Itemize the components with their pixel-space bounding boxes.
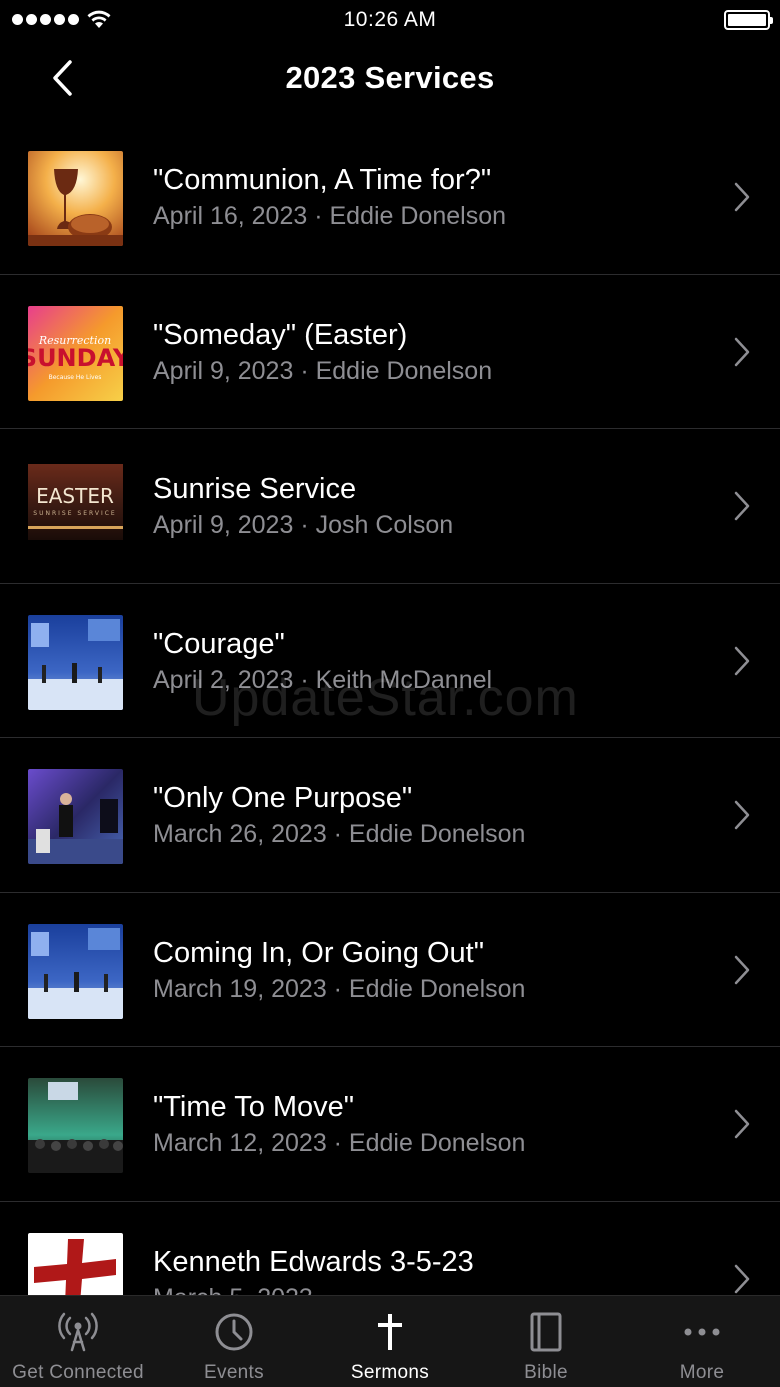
sermon-title: Sunrise Service [153,473,357,505]
status-time: 10:26 AM [343,8,437,31]
tab-label: More [679,1362,725,1383]
tab-get-connected[interactable]: Get Connected [0,1296,156,1387]
congregation-thumbnail [28,1078,123,1173]
book-icon [530,1312,562,1352]
sermon-date-speaker: April 2, 2023 · Keith McDannel [153,665,493,694]
sermon-row[interactable]: Kenneth Edwards 3-5-23 March 5, 2023 [0,1202,780,1296]
svg-text:SUNDAY: SUNDAY [28,344,123,372]
broadcast-icon [58,1312,98,1352]
cross-thumbnail [28,1232,123,1295]
stage-thumbnail [28,923,123,1019]
communion-thumbnail [28,151,123,246]
svg-text:EASTER: EASTER [36,484,114,508]
cross-icon [378,1314,402,1350]
sermon-title: Coming In, Or Going Out" [153,936,485,969]
clock-icon [215,1313,253,1351]
tab-label: Events [204,1362,264,1383]
battery-icon [724,10,773,30]
sermon-row[interactable]: "Courage" April 2, 2023 · Keith McDannel [0,584,780,738]
sermon-date-speaker: April 9, 2023 · Josh Colson [153,511,454,539]
sermon-date-speaker: March 19, 2023 · Eddie Donelson [153,974,526,1003]
sermon-row[interactable]: Coming In, Or Going Out" March 19, 2023 … [0,893,780,1047]
sermon-title: "Courage" [153,627,285,660]
status-bar: 10:26 AM [0,0,780,40]
chevron-right-icon [734,182,750,212]
tab-sermons[interactable]: Sermons [312,1296,468,1387]
chevron-right-icon [734,800,750,830]
sermon-date-speaker: March 5, 2023 [153,1284,313,1296]
page-title: 2023 Services [285,60,495,95]
sermon-row[interactable]: Resurrection SUNDAY Because He Lives "So… [0,275,780,429]
chevron-right-icon [734,1264,750,1293]
tab-events[interactable]: Events [156,1296,312,1387]
sermon-title: "Someday" (Easter) [153,318,408,351]
more-dots-icon [684,1328,720,1336]
tab-bible[interactable]: Bible [468,1296,624,1387]
chevron-right-icon [734,491,750,521]
tab-label: Sermons [350,1362,430,1383]
stage-thumbnail [28,614,123,710]
chevron-right-icon [734,1109,750,1139]
tab-bar: Get Connected Events Sermons Bible More [0,1295,780,1387]
sermon-date-speaker: March 12, 2023 · Eddie Donelson [153,1129,526,1157]
tab-label: Bible [524,1362,568,1383]
easter-sunrise-thumbnail: EASTER SUNRISE SERVICE [28,460,123,555]
chevron-right-icon [734,337,750,366]
sermon-date-speaker: March 26, 2023 · Eddie Donelson [153,820,526,848]
sermon-row[interactable]: "Time To Move" March 12, 2023 · Eddie Do… [0,1047,780,1202]
speaker-thumbnail [28,769,123,864]
sermon-row[interactable]: "Communion, A Time for?" April 16, 2023 … [0,120,780,275]
svg-text:SUNRISE SERVICE: SUNRISE SERVICE [33,510,116,517]
sermon-title: "Time To Move" [153,1091,355,1123]
svg-text:Because He Lives: Because He Lives [49,374,102,381]
chevron-right-icon [734,955,750,984]
tab-more[interactable]: More [624,1296,780,1387]
resurrection-sunday-thumbnail: Resurrection SUNDAY Because He Lives [28,305,123,401]
sermon-list[interactable]: "Communion, A Time for?" April 16, 2023 … [0,120,780,1295]
sermon-date-speaker: April 9, 2023 · Eddie Donelson [153,356,493,385]
sermon-date-speaker: April 16, 2023 · Eddie Donelson [153,202,507,230]
tab-label: Get Connected [12,1362,144,1383]
navigation-bar: 2023 Services [0,40,780,120]
sermon-row[interactable]: EASTER SUNRISE SERVICE Sunrise Service A… [0,429,780,584]
sermon-title: "Communion, A Time for?" [153,164,492,196]
sermon-row[interactable]: "Only One Purpose" March 26, 2023 · Eddi… [0,738,780,893]
chevron-right-icon [734,646,750,675]
sermon-title: "Only One Purpose" [153,782,413,814]
sermon-title: Kenneth Edwards 3-5-23 [153,1245,474,1278]
